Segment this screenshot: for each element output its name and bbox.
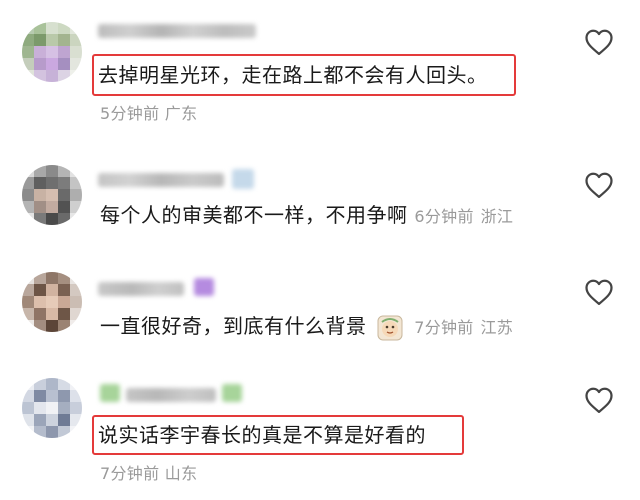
comment-text: 每个人的审美都不一样，不用争啊 6分钟前 浙江 <box>100 201 513 231</box>
comment-time: 7分钟前 <box>414 318 474 337</box>
comment-meta: 5分钟前 广东 <box>100 100 197 124</box>
comment-item: 说实话李宇春长的真是不算是好看的 7分钟前 山东 <box>0 368 640 500</box>
comment-time: 7分钟前 <box>100 464 160 483</box>
comment-text: 去掉明星光环，走在路上都不会有人回头。 <box>98 63 488 87</box>
badge-blurred <box>222 384 242 402</box>
username-blurred[interactable] <box>98 282 184 296</box>
comment-location: 山东 <box>164 464 198 483</box>
comment-location: 江苏 <box>480 318 514 337</box>
avatar[interactable] <box>22 272 82 332</box>
heart-outline-icon[interactable] <box>584 278 614 306</box>
comment-text: 说实话李宇春长的真是不算是好看的 <box>98 423 426 447</box>
comment-time: 5分钟前 <box>100 104 160 123</box>
avatar[interactable] <box>22 165 82 225</box>
sticker-icon <box>377 315 403 340</box>
avatar[interactable] <box>22 22 82 82</box>
comment-location: 广东 <box>164 104 198 123</box>
badge-blurred <box>232 169 254 189</box>
comment-body: 一直很好奇，到底有什么背景 <box>100 314 367 338</box>
username-blurred[interactable] <box>98 24 256 38</box>
comment-text: 一直很好奇，到底有什么背景 7分钟前 江苏 <box>100 312 513 342</box>
comment-time: 6分钟前 <box>414 207 474 226</box>
username-blurred[interactable] <box>126 388 216 402</box>
comment-item: 每个人的审美都不一样，不用争啊 6分钟前 浙江 <box>0 155 640 255</box>
username-blurred[interactable] <box>98 173 224 187</box>
comment-item: 去掉明星光环，走在路上都不会有人回头。 5分钟前 广东 <box>0 0 640 125</box>
badge-blurred <box>194 278 214 296</box>
comment-meta: 7分钟前 山东 <box>100 460 197 484</box>
comment-item: 一直很好奇，到底有什么背景 7分钟前 江苏 <box>0 262 640 362</box>
comment-feed: 去掉明星光环，走在路上都不会有人回头。 5分钟前 广东 每个人的审美都不一样，不… <box>0 0 640 500</box>
comment-body: 每个人的审美都不一样，不用争啊 <box>100 203 408 227</box>
heart-outline-icon[interactable] <box>584 171 614 199</box>
badge-blurred <box>100 384 120 402</box>
comment-location: 浙江 <box>480 207 514 226</box>
heart-outline-icon[interactable] <box>584 386 614 414</box>
heart-outline-icon[interactable] <box>584 28 614 56</box>
avatar[interactable] <box>22 378 82 438</box>
